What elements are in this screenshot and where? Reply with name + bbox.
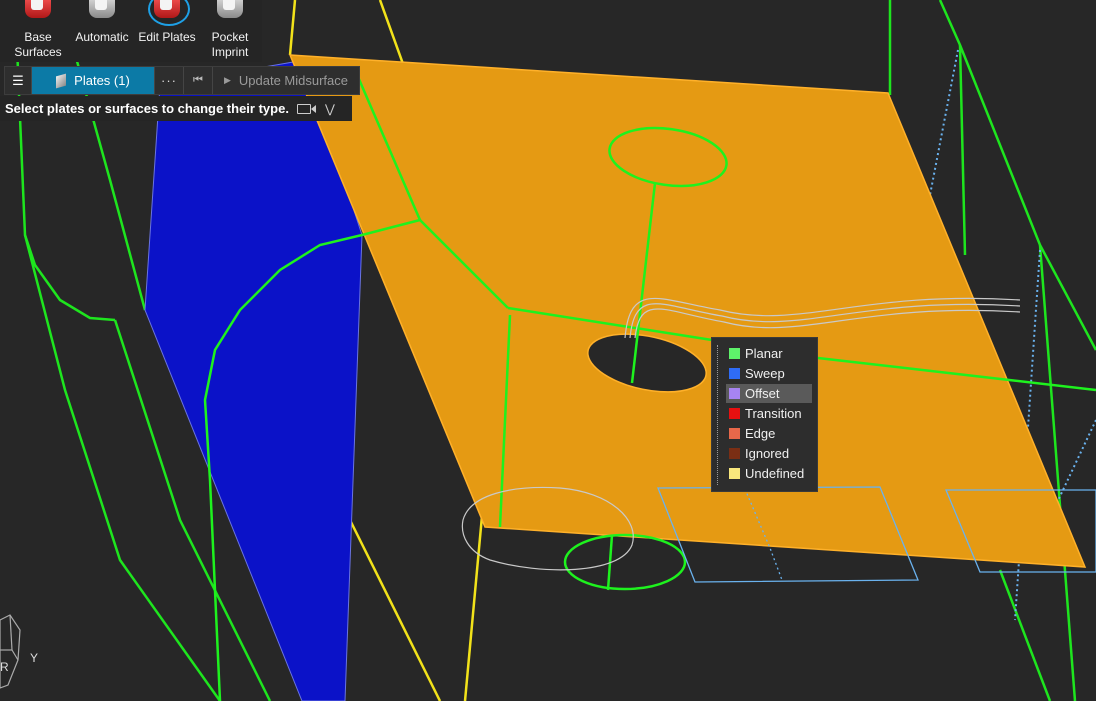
base-surfaces-icon <box>21 0 55 22</box>
type-item-planar[interactable]: Planar <box>726 344 812 363</box>
edit-plates-icon <box>148 0 190 26</box>
type-item-label: Ignored <box>745 446 790 461</box>
update-midsurface-button[interactable]: ▶ Update Midsurface <box>213 67 359 94</box>
more-options-button[interactable]: ··· <box>155 67 184 94</box>
type-item-label: Planar <box>745 346 783 361</box>
plate-type-menu: Planar Sweep Offset Transition Edge Igno… <box>711 337 818 492</box>
type-item-transition[interactable]: Transition <box>726 404 812 423</box>
edit-plates-toolbar: ☰ Plates (1) ··· ⏮ ▶ Update Midsurface <box>4 66 360 95</box>
plates-selector-label: Plates (1) <box>74 73 130 88</box>
reset-button[interactable]: ⏮ <box>184 67 213 94</box>
type-item-undefined[interactable]: Undefined <box>726 464 812 483</box>
type-item-label: Sweep <box>745 366 785 381</box>
sweep-plate[interactable] <box>144 59 363 701</box>
gizmo-y-label: Y <box>30 651 39 665</box>
automatic-tool[interactable]: Automatic <box>70 0 134 45</box>
skip-back-icon: ⏮ <box>193 74 203 86</box>
gizmo-r-label: R <box>0 660 9 674</box>
type-item-sweep[interactable]: Sweep <box>726 364 812 383</box>
offset-swatch-icon <box>729 388 740 399</box>
hint-bar: Select plates or surfaces to change thei… <box>0 96 352 121</box>
edit-plates-tool[interactable]: Edit Plates <box>135 0 199 45</box>
chevron-down-icon[interactable]: ⋁ <box>325 102 335 116</box>
ignored-swatch-icon <box>729 448 740 459</box>
pocket-imprint-icon <box>213 0 247 22</box>
base-surfaces-label: Base Surfaces <box>14 30 62 59</box>
edge-swatch-icon <box>729 428 740 439</box>
type-item-ignored[interactable]: Ignored <box>726 444 812 463</box>
type-item-label: Transition <box>745 406 802 421</box>
undefined-swatch-icon <box>729 468 740 479</box>
hamburger-menu-icon: ☰ <box>12 72 24 88</box>
base-surfaces-tool[interactable]: Base Surfaces <box>6 0 70 60</box>
pocket-imprint-tool[interactable]: Pocket Imprint <box>198 0 262 60</box>
sweep-swatch-icon <box>729 368 740 379</box>
type-item-edge[interactable]: Edge <box>726 424 812 443</box>
transition-swatch-icon <box>729 408 740 419</box>
axis-gizmo[interactable] <box>0 614 21 689</box>
ribbon: Base Surfaces Automatic Edit Plates Pock… <box>0 0 262 62</box>
planar-swatch-icon <box>729 348 740 359</box>
automatic-icon <box>85 0 119 22</box>
update-midsurface-label: Update Midsurface <box>238 73 349 88</box>
drag-grip-icon[interactable] <box>717 345 718 485</box>
type-item-label: Offset <box>745 386 780 401</box>
hint-text: Select plates or surfaces to change thei… <box>5 101 289 116</box>
type-item-label: Edge <box>745 426 776 441</box>
automatic-label: Automatic <box>75 30 129 44</box>
plates-selector-button[interactable]: Plates (1) <box>32 67 155 94</box>
plate-cube-icon <box>56 73 67 88</box>
menu-button[interactable]: ☰ <box>5 67 32 94</box>
pocket-imprint-label: Pocket Imprint <box>211 30 249 59</box>
edit-plates-label: Edit Plates <box>138 30 196 44</box>
video-camera-icon[interactable] <box>296 103 316 114</box>
type-item-offset[interactable]: Offset <box>726 384 812 403</box>
type-item-label: Undefined <box>745 466 805 481</box>
play-icon: ▶ <box>223 75 231 85</box>
more-options-label: ··· <box>161 73 177 88</box>
